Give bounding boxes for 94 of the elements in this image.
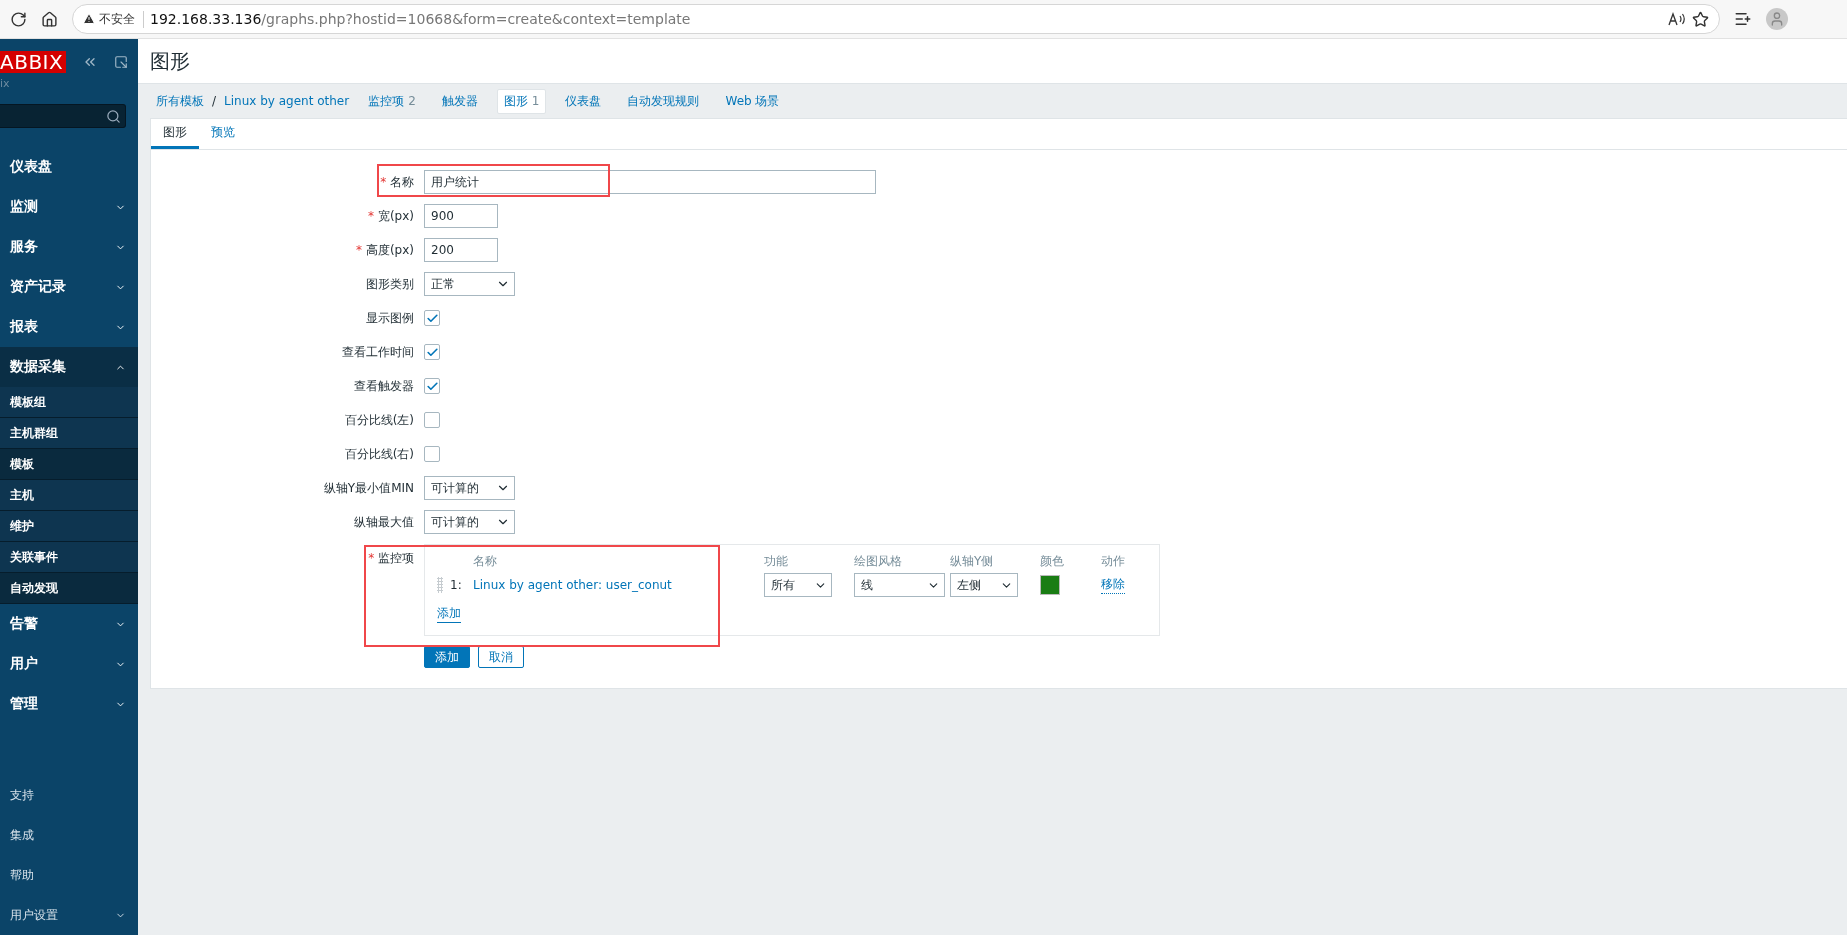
avatar-icon[interactable]	[1766, 8, 1788, 30]
field-label: 百分比线(左)	[344, 411, 414, 429]
required-mark: *	[368, 208, 375, 223]
field-label: * 名称	[380, 173, 414, 191]
nav-tab[interactable]: 监控项 2	[361, 88, 423, 114]
reload-icon[interactable]	[10, 10, 27, 28]
breadcrumb-separator: /	[211, 94, 218, 108]
check-icon	[425, 379, 439, 393]
check-icon	[425, 345, 439, 359]
menu-item[interactable]: 仪表盘	[0, 147, 138, 187]
nav-tab[interactable]: Web 场景	[718, 88, 787, 114]
menu-item[interactable]: 监测	[0, 187, 138, 227]
select-field[interactable]: 线	[854, 573, 945, 597]
nav-tab[interactable]: 图形 1	[496, 88, 547, 114]
checkbox[interactable]	[424, 378, 440, 394]
submenu-item[interactable]: 关联事件	[0, 542, 138, 573]
check-icon	[425, 311, 439, 325]
nav-tab[interactable]: 仪表盘	[558, 88, 609, 114]
select-field[interactable]: 可计算的	[424, 476, 515, 500]
kiosk-icon[interactable]	[114, 55, 129, 69]
logo: ABBIX	[0, 51, 67, 73]
submenu-item[interactable]: 主机	[0, 480, 138, 511]
menu-item[interactable]: 告警	[0, 604, 138, 644]
text-field[interactable]: 用户统计	[424, 170, 876, 194]
menu-item[interactable]: 服务	[0, 227, 138, 267]
search-field[interactable]	[0, 104, 126, 128]
checkbox[interactable]	[424, 344, 440, 360]
address-bar[interactable]: 不安全 192.168.33.136/graphs.php?hostid=10668&form=create&context=template	[72, 4, 1720, 34]
nav-tab[interactable]: 触发器	[434, 88, 485, 114]
favorites-icon[interactable]	[1734, 10, 1752, 28]
cancel-button[interactable]: 取消	[478, 646, 524, 668]
add-button[interactable]: 添加	[424, 646, 470, 668]
column-header: 功能	[764, 552, 789, 570]
menu-item[interactable]: 用户	[0, 644, 138, 684]
menu-item[interactable]: 管理	[0, 684, 138, 724]
field-label: * 宽(px)	[368, 207, 414, 225]
select-field[interactable]: 左侧	[950, 573, 1018, 597]
insecure-label[interactable]: 不安全	[83, 10, 144, 28]
star-icon[interactable]	[1692, 10, 1709, 28]
add-link[interactable]: 添加	[437, 605, 461, 623]
form-tab[interactable]: 预览	[199, 119, 247, 149]
breadcrumb-link[interactable]: 所有模板	[156, 92, 204, 110]
page-title: 图形	[150, 47, 190, 75]
checkbox[interactable]	[424, 446, 440, 462]
field-label: 图形类别	[366, 275, 414, 293]
menu-item[interactable]: 资产记录	[0, 267, 138, 307]
home-icon[interactable]	[41, 10, 58, 28]
field-label: 纵轴最大值	[354, 513, 414, 531]
field-label: 查看触发器	[354, 377, 414, 395]
color-swatch[interactable]	[1040, 575, 1060, 595]
field-label: 显示图例	[366, 309, 414, 327]
nav-tab[interactable]: 自动发现规则	[620, 88, 707, 114]
column-header: 纵轴Y侧	[950, 552, 995, 570]
row-index: 1:	[450, 578, 463, 592]
field-label: * 高度(px)	[356, 241, 414, 259]
submenu-item[interactable]: 模板	[0, 449, 138, 480]
url-text: 192.168.33.136/graphs.php?hostid=10668&form=create&context=template	[150, 11, 691, 27]
column-header: 动作	[1101, 552, 1126, 570]
menu-item[interactable]: 帮助	[0, 855, 138, 895]
item-link[interactable]: Linux by agent other: user_conut	[473, 578, 764, 592]
checkbox[interactable]	[424, 412, 440, 428]
submenu-item[interactable]: 维护	[0, 511, 138, 542]
menu-item[interactable]: 用户设置	[0, 895, 138, 935]
select-field[interactable]: 可计算的	[424, 510, 515, 534]
menu-item[interactable]: 数据采集	[0, 347, 138, 387]
required-mark: *	[368, 551, 375, 565]
menu-item[interactable]: 报表	[0, 307, 138, 347]
column-header: 名称	[473, 552, 498, 570]
menu-item[interactable]: 集成	[0, 815, 138, 855]
submenu-item[interactable]: 主机群组	[0, 418, 138, 449]
logo-sublabel: ix	[0, 76, 11, 90]
drag-handle-icon[interactable]	[437, 577, 443, 593]
text-field[interactable]: 200	[424, 238, 498, 262]
checkbox[interactable]	[424, 310, 440, 326]
column-header: 颜色	[1040, 552, 1065, 570]
field-label: 查看工作时间	[342, 343, 414, 361]
search-icon	[106, 108, 121, 124]
required-mark: *	[356, 242, 363, 257]
field-label: 百分比线(右)	[344, 445, 414, 463]
submenu-item[interactable]: 自动发现	[0, 573, 138, 604]
submenu-item[interactable]: 模板组	[0, 387, 138, 418]
read-aloud-icon[interactable]	[1668, 12, 1686, 26]
breadcrumb-link[interactable]: Linux by agent other	[224, 94, 350, 108]
form-tab[interactable]: 图形	[151, 119, 199, 149]
field-label: * 监控项	[368, 550, 414, 567]
warning-icon	[83, 13, 95, 25]
column-header: 绘图风格	[854, 552, 903, 570]
remove-link[interactable]: 移除	[1101, 576, 1125, 594]
text-field[interactable]: 900	[424, 204, 498, 228]
required-mark: *	[380, 174, 387, 189]
menu-item[interactable]: 支持	[0, 775, 138, 815]
select-field[interactable]: 所有	[764, 573, 832, 597]
select-field[interactable]: 正常	[424, 272, 515, 296]
field-label: 纵轴Y最小值MIN	[323, 479, 414, 497]
